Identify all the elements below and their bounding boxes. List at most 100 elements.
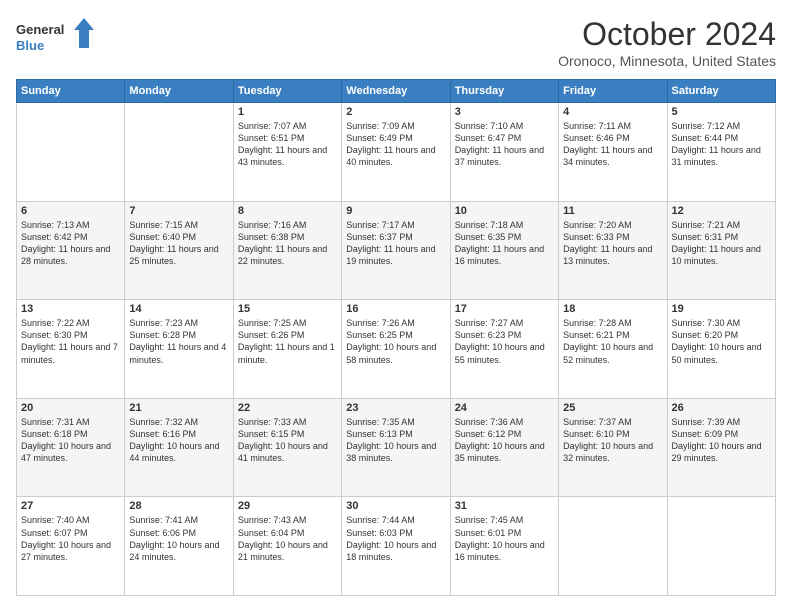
day-number: 14 [129,303,228,315]
table-row: 24 Sunrise: 7:36 AM Sunset: 6:12 PM Dayli… [450,398,558,497]
day-number: 20 [21,402,120,414]
day-number: 15 [238,303,337,315]
table-row: 11 Sunrise: 7:20 AM Sunset: 6:33 PM Dayli… [559,201,667,300]
table-row: 29Sunrise: 7:43 AM Sunset: 6:04 PM Dayli… [233,497,341,596]
day-number: 6 [21,205,120,217]
day-info: Sunrise: 7:44 AM Sunset: 6:03 PM Dayligh… [346,514,445,563]
day-number: 17 [455,303,554,315]
table-row: 20 Sunrise: 7:31 AM Sunset: 6:18 PM Dayli… [17,398,125,497]
table-row: 21 Sunrise: 7:32 AM Sunset: 6:16 PM Dayli… [125,398,233,497]
day-number: 2 [346,106,445,118]
day-info: Sunrise: 7:16 AM Sunset: 6:38 PM Dayligh… [238,219,337,268]
day-info: Sunrise: 7:33 AM Sunset: 6:15 PM Dayligh… [238,416,337,465]
table-row: 14 Sunrise: 7:23 AM Sunset: 6:28 PM Dayli… [125,300,233,399]
page: General Blue October 2024 Oronoco, Minne… [0,0,792,612]
col-wednesday: Wednesday [342,80,450,103]
day-info: Sunrise: 7:39 AM Sunset: 6:09 PM Dayligh… [672,416,771,465]
table-row [667,497,775,596]
table-row: 25Sunrise: 7:37 AM Sunset: 6:10 PM Dayli… [559,398,667,497]
day-number: 27 [21,500,120,512]
col-friday: Friday [559,80,667,103]
table-row: 12 Sunrise: 7:21 AM Sunset: 6:31 PM Dayli… [667,201,775,300]
calendar-header-row: Sunday Monday Tuesday Wednesday Thursday… [17,80,776,103]
table-row: 30 Sunrise: 7:44 AM Sunset: 6:03 PM Dayli… [342,497,450,596]
day-number: 11 [563,205,662,217]
title-area: October 2024 Oronoco, Minnesota, United … [558,16,776,69]
day-info: Sunrise: 7:09 AM Sunset: 6:49 PM Dayligh… [346,120,445,169]
table-row: 31Sunrise: 7:45 AM Sunset: 6:01 PM Dayli… [450,497,558,596]
day-number: 21 [129,402,228,414]
day-number: 24 [455,402,554,414]
day-number: 7 [129,205,228,217]
day-info: Sunrise: 7:12 AM Sunset: 6:44 PM Dayligh… [672,120,771,169]
table-row: 1 Sunrise: 7:07 AM Sunset: 6:51 PM Daylig… [233,103,341,202]
logo-svg: General Blue [16,16,96,61]
day-info: Sunrise: 7:10 AM Sunset: 6:47 PM Dayligh… [455,120,554,169]
calendar-week-row: 1 Sunrise: 7:07 AM Sunset: 6:51 PM Daylig… [17,103,776,202]
table-row: 16 Sunrise: 7:26 AM Sunset: 6:25 PM Dayli… [342,300,450,399]
day-info: Sunrise: 7:36 AM Sunset: 6:12 PM Dayligh… [455,416,554,465]
table-row: 3 Sunrise: 7:10 AM Sunset: 6:47 PM Daylig… [450,103,558,202]
day-number: 12 [672,205,771,217]
day-info: Sunrise: 7:11 AM Sunset: 6:46 PM Dayligh… [563,120,662,169]
table-row: 5 Sunrise: 7:12 AM Sunset: 6:44 PM Daylig… [667,103,775,202]
day-info: Sunrise: 7:20 AM Sunset: 6:33 PM Dayligh… [563,219,662,268]
day-number: 23 [346,402,445,414]
day-info: Sunrise: 7:28 AM Sunset: 6:21 PM Dayligh… [563,317,662,366]
table-row: 23 Sunrise: 7:35 AM Sunset: 6:13 PM Dayli… [342,398,450,497]
table-row: 10Sunrise: 7:18 AM Sunset: 6:35 PM Dayli… [450,201,558,300]
table-row: 6 Sunrise: 7:13 AM Sunset: 6:42 PM Daylig… [17,201,125,300]
day-number: 8 [238,205,337,217]
table-row: 2 Sunrise: 7:09 AM Sunset: 6:49 PM Daylig… [342,103,450,202]
day-info: Sunrise: 7:40 AM Sunset: 6:07 PM Dayligh… [21,514,120,563]
day-info: Sunrise: 7:37 AM Sunset: 6:10 PM Dayligh… [563,416,662,465]
col-thursday: Thursday [450,80,558,103]
table-row: 26Sunrise: 7:39 AM Sunset: 6:09 PM Dayli… [667,398,775,497]
day-info: Sunrise: 7:43 AM Sunset: 6:04 PM Dayligh… [238,514,337,563]
table-row [559,497,667,596]
col-tuesday: Tuesday [233,80,341,103]
day-number: 13 [21,303,120,315]
day-info: Sunrise: 7:22 AM Sunset: 6:30 PM Dayligh… [21,317,120,366]
day-info: Sunrise: 7:41 AM Sunset: 6:06 PM Dayligh… [129,514,228,563]
day-info: Sunrise: 7:32 AM Sunset: 6:16 PM Dayligh… [129,416,228,465]
day-info: Sunrise: 7:25 AM Sunset: 6:26 PM Dayligh… [238,317,337,366]
location-subtitle: Oronoco, Minnesota, United States [558,53,776,69]
logo: General Blue [16,16,96,61]
day-number: 5 [672,106,771,118]
day-number: 10 [455,205,554,217]
day-info: Sunrise: 7:26 AM Sunset: 6:25 PM Dayligh… [346,317,445,366]
col-saturday: Saturday [667,80,775,103]
day-info: Sunrise: 7:15 AM Sunset: 6:40 PM Dayligh… [129,219,228,268]
day-number: 16 [346,303,445,315]
day-info: Sunrise: 7:35 AM Sunset: 6:13 PM Dayligh… [346,416,445,465]
day-number: 18 [563,303,662,315]
day-number: 22 [238,402,337,414]
table-row: 19Sunrise: 7:30 AM Sunset: 6:20 PM Dayli… [667,300,775,399]
table-row: 9Sunrise: 7:17 AM Sunset: 6:37 PM Daylig… [342,201,450,300]
day-number: 30 [346,500,445,512]
day-number: 28 [129,500,228,512]
svg-text:Blue: Blue [16,38,44,53]
day-number: 19 [672,303,771,315]
calendar-week-row: 27 Sunrise: 7:40 AM Sunset: 6:07 PM Dayli… [17,497,776,596]
table-row [17,103,125,202]
day-number: 3 [455,106,554,118]
day-info: Sunrise: 7:21 AM Sunset: 6:31 PM Dayligh… [672,219,771,268]
day-info: Sunrise: 7:13 AM Sunset: 6:42 PM Dayligh… [21,219,120,268]
day-number: 31 [455,500,554,512]
day-info: Sunrise: 7:07 AM Sunset: 6:51 PM Dayligh… [238,120,337,169]
table-row: 18 Sunrise: 7:28 AM Sunset: 6:21 PM Dayli… [559,300,667,399]
calendar-table: Sunday Monday Tuesday Wednesday Thursday… [16,79,776,596]
day-info: Sunrise: 7:17 AM Sunset: 6:37 PM Dayligh… [346,219,445,268]
table-row: 28 Sunrise: 7:41 AM Sunset: 6:06 PM Dayli… [125,497,233,596]
header: General Blue October 2024 Oronoco, Minne… [16,16,776,69]
day-number: 1 [238,106,337,118]
col-monday: Monday [125,80,233,103]
day-info: Sunrise: 7:23 AM Sunset: 6:28 PM Dayligh… [129,317,228,366]
day-info: Sunrise: 7:31 AM Sunset: 6:18 PM Dayligh… [21,416,120,465]
day-number: 4 [563,106,662,118]
calendar-week-row: 20 Sunrise: 7:31 AM Sunset: 6:18 PM Dayli… [17,398,776,497]
table-row: 15 Sunrise: 7:25 AM Sunset: 6:26 PM Dayli… [233,300,341,399]
day-info: Sunrise: 7:27 AM Sunset: 6:23 PM Dayligh… [455,317,554,366]
